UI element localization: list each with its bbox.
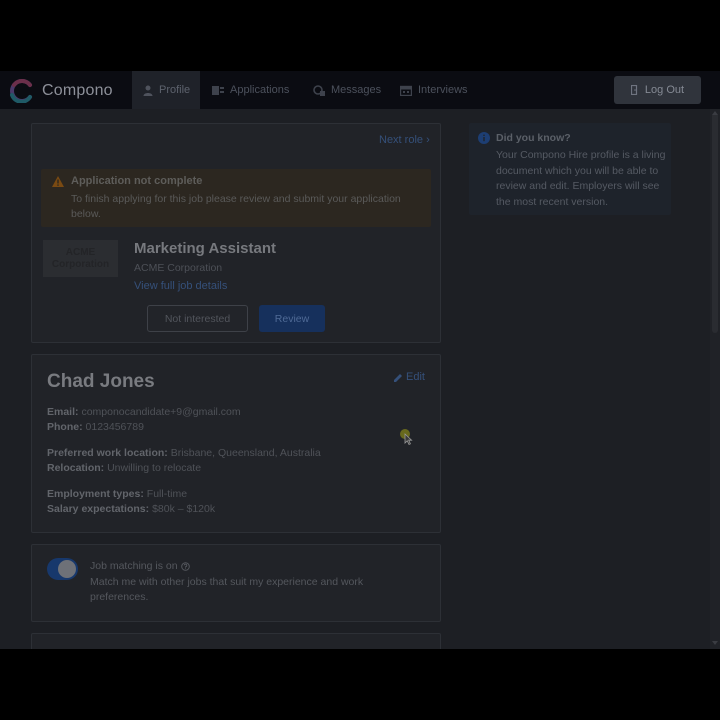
- applications-icon: [212, 85, 224, 95]
- location-field: Preferred work location: Brisbane, Queen…: [47, 447, 321, 459]
- application-alert: Application not complete To finish apply…: [41, 169, 431, 227]
- employment-field: Employment types: Full-time: [47, 488, 187, 500]
- did-you-know-panel: Did you know? Your Compono Hire profile …: [469, 123, 671, 215]
- phone-label: Phone:: [47, 421, 83, 433]
- email-field: Email: componocandidate+9@gmail.com: [47, 406, 241, 418]
- next-role-link[interactable]: Next role ›: [379, 134, 430, 146]
- person-icon: [143, 85, 153, 96]
- messages-icon: [313, 84, 325, 96]
- calendar-icon: [400, 85, 412, 96]
- alert-title: Application not complete: [71, 175, 203, 187]
- job-company: ACME Corporation: [134, 262, 223, 274]
- employment-value: Full-time: [146, 488, 188, 500]
- scrollbar-thumb[interactable]: [712, 113, 718, 333]
- salary-value: $80k – $120k: [152, 503, 216, 515]
- relocation-field: Relocation: Unwilling to relocate: [47, 462, 201, 474]
- location-value: Brisbane, Queensland, Australia: [170, 447, 321, 459]
- view-job-details-link[interactable]: View full job details: [134, 280, 227, 292]
- not-interested-button[interactable]: Not interested: [147, 305, 248, 332]
- edit-profile-link[interactable]: Edit: [394, 371, 425, 383]
- nav-tab-applications-label: Applications: [230, 84, 290, 96]
- nav-tab-profile-label: Profile: [159, 84, 191, 96]
- next-card: [31, 633, 441, 649]
- scroll-down-icon[interactable]: [712, 641, 718, 645]
- brand[interactable]: Compono: [8, 79, 113, 103]
- compono-logo-icon: [10, 79, 32, 103]
- did-you-know-text: Your Compono Hire profile is a living do…: [496, 149, 666, 208]
- app-viewport: Compono Profile Applications Messages In…: [0, 71, 720, 649]
- company-logo-line2: Corporation: [51, 258, 110, 270]
- brand-name: Compono: [42, 82, 113, 99]
- company-logo-line1: ACME: [65, 246, 96, 258]
- scroll-up-icon[interactable]: [712, 111, 718, 115]
- toggle-knob: [58, 560, 76, 578]
- job-matching-description: Match me with other jobs that suit my ex…: [90, 576, 364, 603]
- phone-value: 0123456789: [85, 421, 144, 433]
- mouse-cursor-icon: [400, 429, 413, 446]
- page-scrollbar[interactable]: [710, 109, 720, 649]
- alert-text: To finish applying for this job please r…: [71, 193, 401, 220]
- top-navbar: Compono Profile Applications Messages In…: [0, 71, 720, 109]
- relocation-value: Unwilling to relocate: [107, 462, 202, 474]
- job-matching-title: Job matching is on: [90, 560, 190, 572]
- nav-tab-interviews[interactable]: Interviews: [400, 71, 468, 109]
- nav-tab-messages[interactable]: Messages: [313, 71, 381, 109]
- email-label: Email:: [47, 406, 79, 418]
- logout-button[interactable]: Log Out: [614, 76, 701, 104]
- employment-label: Employment types:: [47, 488, 144, 500]
- not-interested-label: Not interested: [164, 312, 231, 325]
- job-matching-toggle[interactable]: [47, 558, 78, 580]
- did-you-know-title: Did you know?: [496, 132, 571, 144]
- pencil-icon: [394, 373, 402, 382]
- phone-field: Phone: 0123456789: [47, 421, 144, 433]
- email-value: componocandidate+9@gmail.com: [81, 406, 241, 418]
- location-label: Preferred work location:: [47, 447, 168, 459]
- warning-icon: [52, 176, 64, 187]
- salary-field: Salary expectations: $80k – $120k: [47, 503, 215, 515]
- help-icon[interactable]: [180, 561, 190, 571]
- edit-label: Edit: [406, 371, 425, 383]
- job-matching-title-text: Job matching is on: [90, 560, 178, 572]
- info-icon: [478, 132, 490, 144]
- company-logo: ACME Corporation: [43, 240, 118, 277]
- nav-tab-interviews-label: Interviews: [418, 84, 468, 96]
- nav-tab-profile[interactable]: Profile: [132, 71, 200, 109]
- relocation-label: Relocation:: [47, 462, 105, 474]
- logout-label: Log Out: [644, 84, 685, 96]
- job-title: Marketing Assistant: [134, 240, 276, 257]
- nav-tab-messages-label: Messages: [331, 84, 382, 96]
- salary-label: Salary expectations:: [47, 503, 150, 515]
- logout-icon: [630, 85, 638, 95]
- nav-tab-applications[interactable]: Applications: [212, 71, 289, 109]
- candidate-name: Chad Jones: [47, 371, 155, 392]
- review-label: Review: [274, 312, 310, 325]
- review-button[interactable]: Review: [259, 305, 325, 332]
